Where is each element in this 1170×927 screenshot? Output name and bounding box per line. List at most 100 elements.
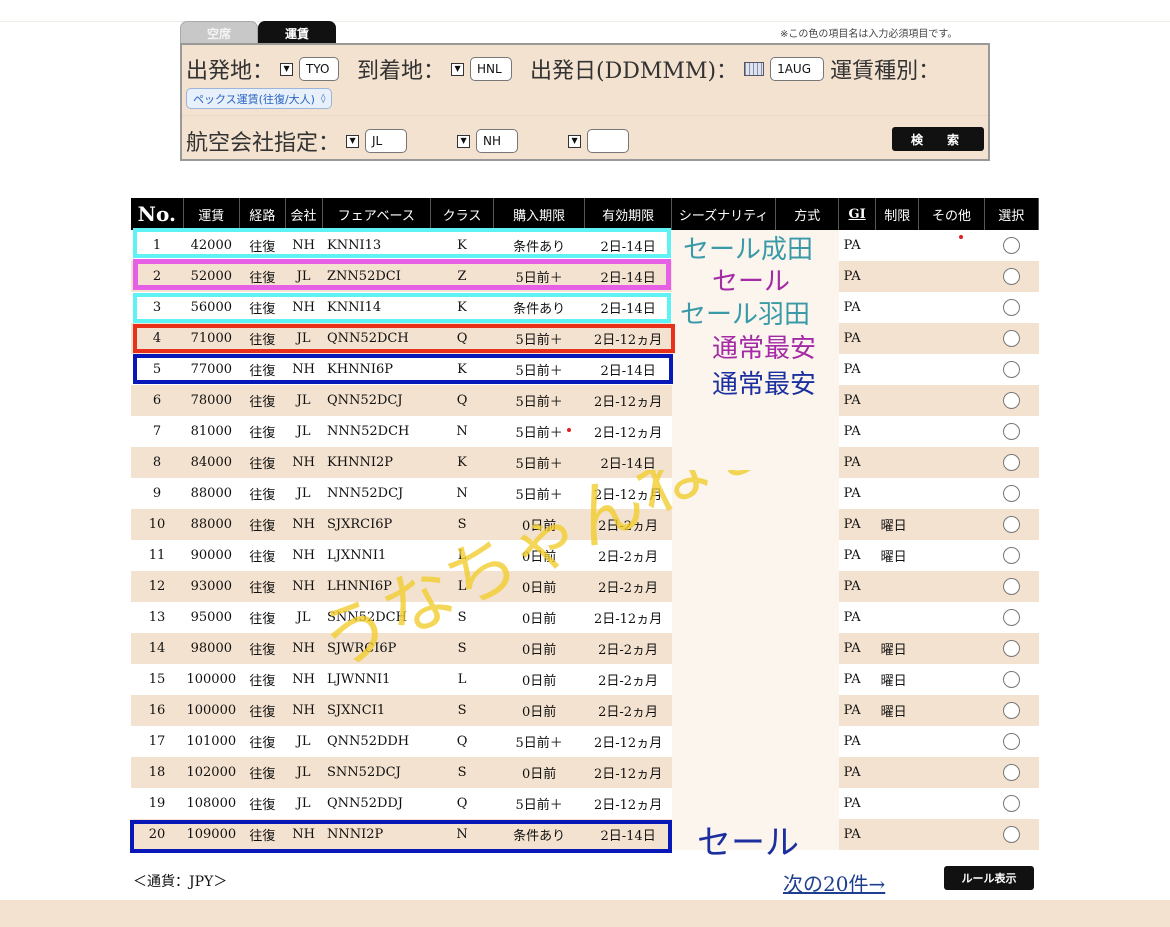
select-radio[interactable]	[1002, 733, 1020, 750]
panel-divider	[182, 115, 988, 116]
cell-gi: PA	[838, 261, 876, 292]
cell-restriction	[875, 571, 919, 602]
cell-other	[918, 757, 985, 788]
airline1-input[interactable]: JL	[365, 129, 408, 153]
select-radio[interactable]	[1002, 361, 1020, 378]
cell-carrier: NH	[285, 509, 323, 540]
cell-fare: 95000	[183, 602, 240, 633]
cell-select	[984, 695, 1039, 726]
dest-input[interactable]: HNL	[470, 57, 513, 81]
cell-seasonality	[671, 509, 776, 540]
airline1-dropdown-icon[interactable]: ▼	[346, 134, 360, 148]
cell-select	[984, 292, 1039, 323]
airline2-dropdown-icon[interactable]: ▼	[457, 134, 471, 148]
cell-class: Q	[430, 726, 494, 757]
cell-carrier: JL	[285, 478, 323, 509]
cell-route: 往復	[239, 633, 286, 664]
header-select: 選択	[984, 198, 1040, 230]
header-carrier: 会社	[285, 198, 323, 230]
select-radio[interactable]	[1002, 795, 1020, 812]
cell-purchase: 5日前＋	[493, 726, 585, 757]
table-row: 12 93000 往復 NH LHNNI6P L 0日前 2日-2ヵ月 PA	[131, 571, 1039, 602]
rule-display-button[interactable]: ルール表示	[944, 866, 1034, 890]
cell-fare: 102000	[183, 757, 240, 788]
cell-no: 20	[131, 819, 184, 850]
cell-validity: 2日-2ヵ月	[584, 633, 672, 664]
select-radio[interactable]	[1002, 299, 1020, 316]
cell-purchase: 5日前＋	[493, 416, 585, 447]
cell-other	[918, 478, 985, 509]
table-row: 5 77000 往復 NH KHNNI6P K 5日前＋ 2日-14日 PA	[131, 354, 1039, 385]
select-radio[interactable]	[1002, 392, 1020, 409]
select-radio[interactable]	[1002, 671, 1020, 688]
cell-class: S	[430, 695, 494, 726]
select-radio[interactable]	[1002, 330, 1020, 347]
faretype-value: ペックス運賃(往復/大人)	[193, 92, 315, 106]
select-radio[interactable]	[1002, 454, 1020, 471]
cell-route: 往復	[239, 695, 286, 726]
cell-restriction: 曜日	[875, 509, 919, 540]
cell-restriction	[875, 726, 919, 757]
table-row: 15 100000 往復 NH LJWNNI1 L 0日前 2日-2ヵ月 PA 曜日	[131, 664, 1039, 695]
tab-fares[interactable]: 運賃	[258, 21, 336, 45]
header-no: No.	[131, 198, 184, 230]
select-radio[interactable]	[1002, 547, 1020, 564]
cell-other	[918, 509, 985, 540]
date-input[interactable]: 1AUG	[770, 57, 825, 81]
cell-carrier: JL	[285, 385, 323, 416]
cell-purchase: 0日前	[493, 602, 585, 633]
cell-farebase: KHNNI6P	[322, 354, 431, 385]
cell-validity: 2日-12ヵ月	[584, 416, 672, 447]
select-radio[interactable]	[1002, 237, 1020, 254]
select-radio[interactable]	[1002, 485, 1020, 502]
header-fare: 運賃	[183, 198, 241, 230]
cell-class: K	[430, 354, 494, 385]
airline3-dropdown-icon[interactable]: ▼	[568, 134, 582, 148]
cell-seasonality	[671, 633, 776, 664]
select-radio[interactable]	[1002, 516, 1020, 533]
cell-class: Q	[430, 788, 494, 819]
footer-band	[0, 900, 1170, 927]
select-radio[interactable]	[1002, 702, 1020, 719]
red-dot-mark	[959, 235, 963, 239]
next-page-link[interactable]: 次の20件→	[783, 868, 885, 897]
tab-bar: 空席 運賃	[180, 21, 336, 45]
cell-restriction	[875, 354, 919, 385]
origin-dropdown-icon[interactable]: ▼	[280, 62, 294, 76]
search-button[interactable]: 検 索	[892, 127, 984, 151]
cell-other	[918, 664, 985, 695]
cell-other	[918, 230, 985, 261]
tab-availability[interactable]: 空席	[180, 21, 258, 45]
cell-restriction	[875, 323, 919, 354]
select-radio[interactable]	[1002, 826, 1020, 843]
cell-purchase: 5日前＋	[493, 788, 585, 819]
faretype-select[interactable]: ペックス運賃(往復/大人) ◊	[186, 88, 333, 109]
cell-select	[984, 757, 1039, 788]
cell-select	[984, 540, 1039, 571]
cell-gi: PA	[838, 478, 876, 509]
select-arrows-icon: ◊	[320, 93, 326, 104]
cell-route: 往復	[239, 757, 286, 788]
select-radio[interactable]	[1002, 764, 1020, 781]
select-radio[interactable]	[1002, 423, 1020, 440]
airline2-input[interactable]: NH	[476, 129, 519, 153]
select-radio[interactable]	[1002, 609, 1020, 626]
cell-restriction	[875, 385, 919, 416]
select-radio[interactable]	[1002, 578, 1020, 595]
airline3-input[interactable]	[587, 129, 630, 153]
cell-validity: 2日-2ヵ月	[584, 695, 672, 726]
cell-fare: 52000	[183, 261, 240, 292]
select-radio[interactable]	[1002, 640, 1020, 657]
cell-gi: PA	[838, 509, 876, 540]
cell-validity: 2日-12ヵ月	[584, 385, 672, 416]
table-row: 10 88000 往復 NH SJXRCI6P S 0日前 2日-2ヵ月 PA 曜日	[131, 509, 1039, 540]
search-row-2: 航空会社指定： ▼ JL ▼ NH ▼	[186, 125, 630, 157]
calendar-icon[interactable]	[744, 62, 765, 76]
select-radio[interactable]	[1002, 268, 1020, 285]
cell-purchase: 5日前＋	[493, 354, 585, 385]
origin-input[interactable]: TYO	[299, 57, 340, 81]
dest-dropdown-icon[interactable]: ▼	[451, 62, 465, 76]
cell-purchase: 0日前	[493, 509, 585, 540]
cell-class: K	[430, 292, 494, 323]
cell-select	[984, 478, 1039, 509]
